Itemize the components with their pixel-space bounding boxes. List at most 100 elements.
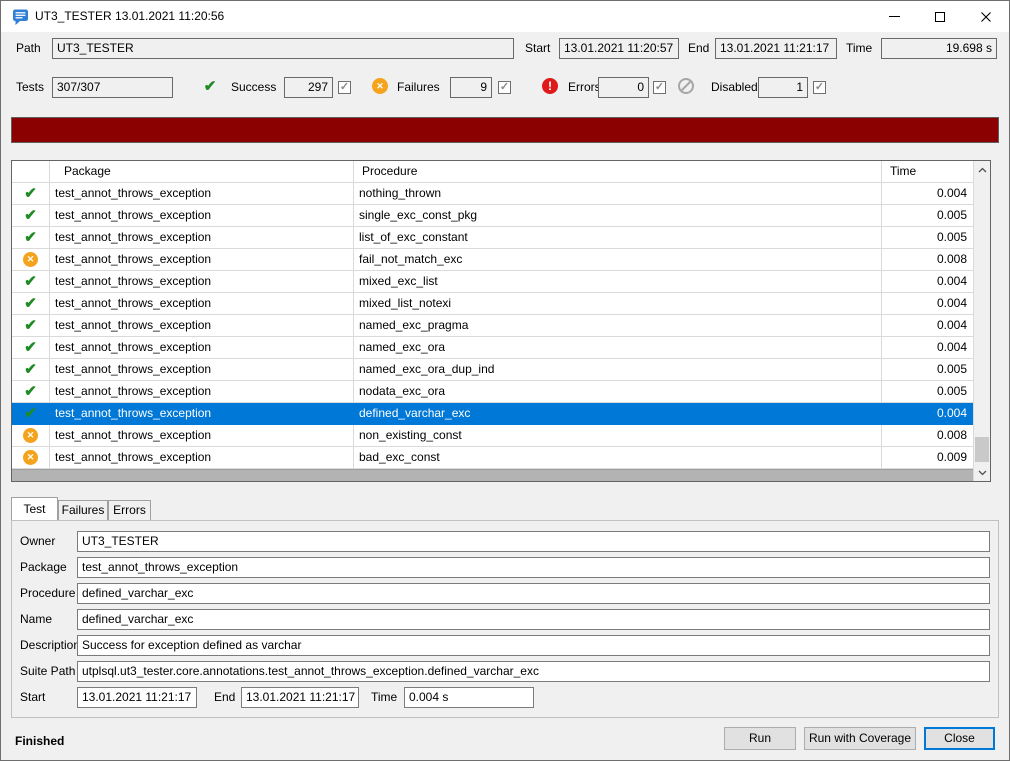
cell-procedure: mixed_list_notexi — [354, 293, 882, 314]
header-status[interactable] — [12, 161, 50, 182]
cell-time: 0.009 — [882, 447, 973, 468]
status-cell — [12, 359, 50, 380]
cell-procedure: bad_exc_const — [354, 447, 882, 468]
scroll-down-button[interactable] — [974, 464, 990, 481]
status-cell — [12, 403, 50, 424]
owner-field[interactable]: UT3_TESTER — [77, 531, 990, 552]
cell-package: test_annot_throws_exception — [50, 293, 354, 314]
failures-checkbox[interactable] — [498, 81, 511, 94]
start-field[interactable]: 13.01.2021 11:20:57 — [559, 38, 679, 59]
table-row[interactable]: test_annot_throws_exceptionnamed_exc_ora… — [12, 337, 973, 359]
tab-test-label: Test — [23, 502, 45, 516]
errors-count-field[interactable]: 0 — [598, 77, 649, 98]
progress-bar — [11, 117, 999, 143]
cell-package: test_annot_throws_exception — [50, 249, 354, 270]
package-field[interactable]: test_annot_throws_exception — [77, 557, 990, 578]
app-window: UT3_TESTER 13.01.2021 11:20:56 Path UT3_… — [0, 0, 1010, 761]
success-icon — [23, 208, 38, 223]
maximize-button[interactable] — [917, 1, 963, 32]
detail-row: Suite Path utplsql.ut3_tester.core.annot… — [20, 661, 990, 682]
header-time[interactable]: Time — [882, 161, 973, 182]
procedure-field[interactable]: defined_varchar_exc — [77, 583, 990, 604]
detail-start-label: Start — [20, 687, 77, 708]
tab-errors-label: Errors — [113, 503, 146, 517]
scrollbar-thumb[interactable] — [975, 437, 989, 462]
description-field[interactable]: Success for exception defined as varchar — [77, 635, 990, 656]
table-row[interactable]: test_annot_throws_exceptionmixed_exc_lis… — [12, 271, 973, 293]
chevron-down-icon — [978, 470, 987, 476]
minimize-button[interactable] — [871, 1, 917, 32]
suite-path-field[interactable]: utplsql.ut3_tester.core.annotations.test… — [77, 661, 990, 682]
errors-checkbox[interactable] — [653, 81, 666, 94]
table-row[interactable]: test_annot_throws_exceptionnodata_exc_or… — [12, 381, 973, 403]
description-label: Description — [20, 635, 77, 656]
name-field[interactable]: defined_varchar_exc — [77, 609, 990, 630]
table-header-row: Package Procedure Time — [12, 161, 973, 183]
cell-procedure: mixed_exc_list — [354, 271, 882, 292]
scroll-up-button[interactable] — [974, 161, 990, 178]
detail-row: Name defined_varchar_exc — [20, 609, 990, 630]
run-button[interactable]: Run — [724, 727, 796, 750]
failures-label: Failures — [397, 77, 440, 98]
close-window-button[interactable] — [963, 1, 1009, 32]
header-procedure[interactable]: Procedure — [354, 161, 882, 182]
cell-time: 0.004 — [882, 337, 973, 358]
cell-package: test_annot_throws_exception — [50, 183, 354, 204]
cell-time: 0.004 — [882, 271, 973, 292]
cell-time: 0.008 — [882, 249, 973, 270]
table-row[interactable]: test_annot_throws_exceptionnothing_throw… — [12, 183, 973, 205]
cell-time: 0.005 — [882, 359, 973, 380]
detail-time-field[interactable]: 0.004 s — [404, 687, 534, 708]
vertical-scrollbar[interactable] — [973, 161, 990, 481]
status-text: Finished — [15, 734, 64, 748]
time-label: Time — [846, 38, 872, 59]
detail-row: Description Success for exception define… — [20, 635, 990, 656]
cell-package: test_annot_throws_exception — [50, 227, 354, 248]
table-row[interactable]: test_annot_throws_exceptionfail_not_matc… — [12, 249, 973, 271]
cell-time: 0.008 — [882, 425, 973, 446]
detail-timing-row: Start 13.01.2021 11:21:17 End 13.01.2021… — [20, 687, 990, 708]
table-row[interactable]: test_annot_throws_exceptionbad_exc_const… — [12, 447, 973, 469]
table-row[interactable]: test_annot_throws_exceptionnamed_exc_pra… — [12, 315, 973, 337]
detail-end-field[interactable]: 13.01.2021 11:21:17 — [241, 687, 359, 708]
table-row[interactable]: test_annot_throws_exceptiondefined_varch… — [12, 403, 973, 425]
failures-count-field[interactable]: 9 — [450, 77, 492, 98]
table-row[interactable]: test_annot_throws_exceptionlist_of_exc_c… — [12, 227, 973, 249]
path-field[interactable]: UT3_TESTER — [52, 38, 514, 59]
run-with-coverage-button[interactable]: Run with Coverage — [804, 727, 916, 750]
disabled-count-field[interactable]: 1 — [758, 77, 808, 98]
success-checkbox[interactable] — [338, 81, 351, 94]
status-cell — [12, 249, 50, 270]
success-count-field[interactable]: 297 — [284, 77, 333, 98]
header-package[interactable]: Package — [50, 161, 354, 182]
close-button[interactable]: Close — [924, 727, 995, 750]
status-cell — [12, 381, 50, 402]
table-row[interactable]: test_annot_throws_exceptionsingle_exc_co… — [12, 205, 973, 227]
cell-procedure: named_exc_pragma — [354, 315, 882, 336]
success-icon — [23, 406, 38, 421]
table-row[interactable]: test_annot_throws_exceptionnon_existing_… — [12, 425, 973, 447]
tab-test[interactable]: Test — [11, 497, 58, 520]
disabled-checkbox[interactable] — [813, 81, 826, 94]
cell-procedure: list_of_exc_constant — [354, 227, 882, 248]
tests-field[interactable]: 307/307 — [52, 77, 173, 98]
time-field[interactable]: 19.698 s — [881, 38, 997, 59]
end-field[interactable]: 13.01.2021 11:21:17 — [715, 38, 837, 59]
disabled-icon — [678, 78, 694, 94]
status-cell — [12, 425, 50, 446]
detail-panel: Owner UT3_TESTER Package test_annot_thro… — [11, 520, 999, 718]
tab-failures[interactable]: Failures — [58, 500, 108, 520]
status-cell — [12, 271, 50, 292]
procedure-label: Procedure — [20, 583, 77, 604]
table-row[interactable]: test_annot_throws_exceptionnamed_exc_ora… — [12, 359, 973, 381]
tab-errors[interactable]: Errors — [108, 500, 151, 520]
table-row[interactable]: test_annot_throws_exceptionmixed_list_no… — [12, 293, 973, 315]
cell-procedure: fail_not_match_exc — [354, 249, 882, 270]
success-label: Success — [231, 77, 276, 98]
close-icon — [980, 11, 992, 23]
maximize-icon — [935, 12, 945, 22]
cell-time: 0.004 — [882, 183, 973, 204]
detail-row: Owner UT3_TESTER — [20, 531, 990, 552]
cell-procedure: named_exc_ora_dup_ind — [354, 359, 882, 380]
detail-start-field[interactable]: 13.01.2021 11:21:17 — [77, 687, 197, 708]
